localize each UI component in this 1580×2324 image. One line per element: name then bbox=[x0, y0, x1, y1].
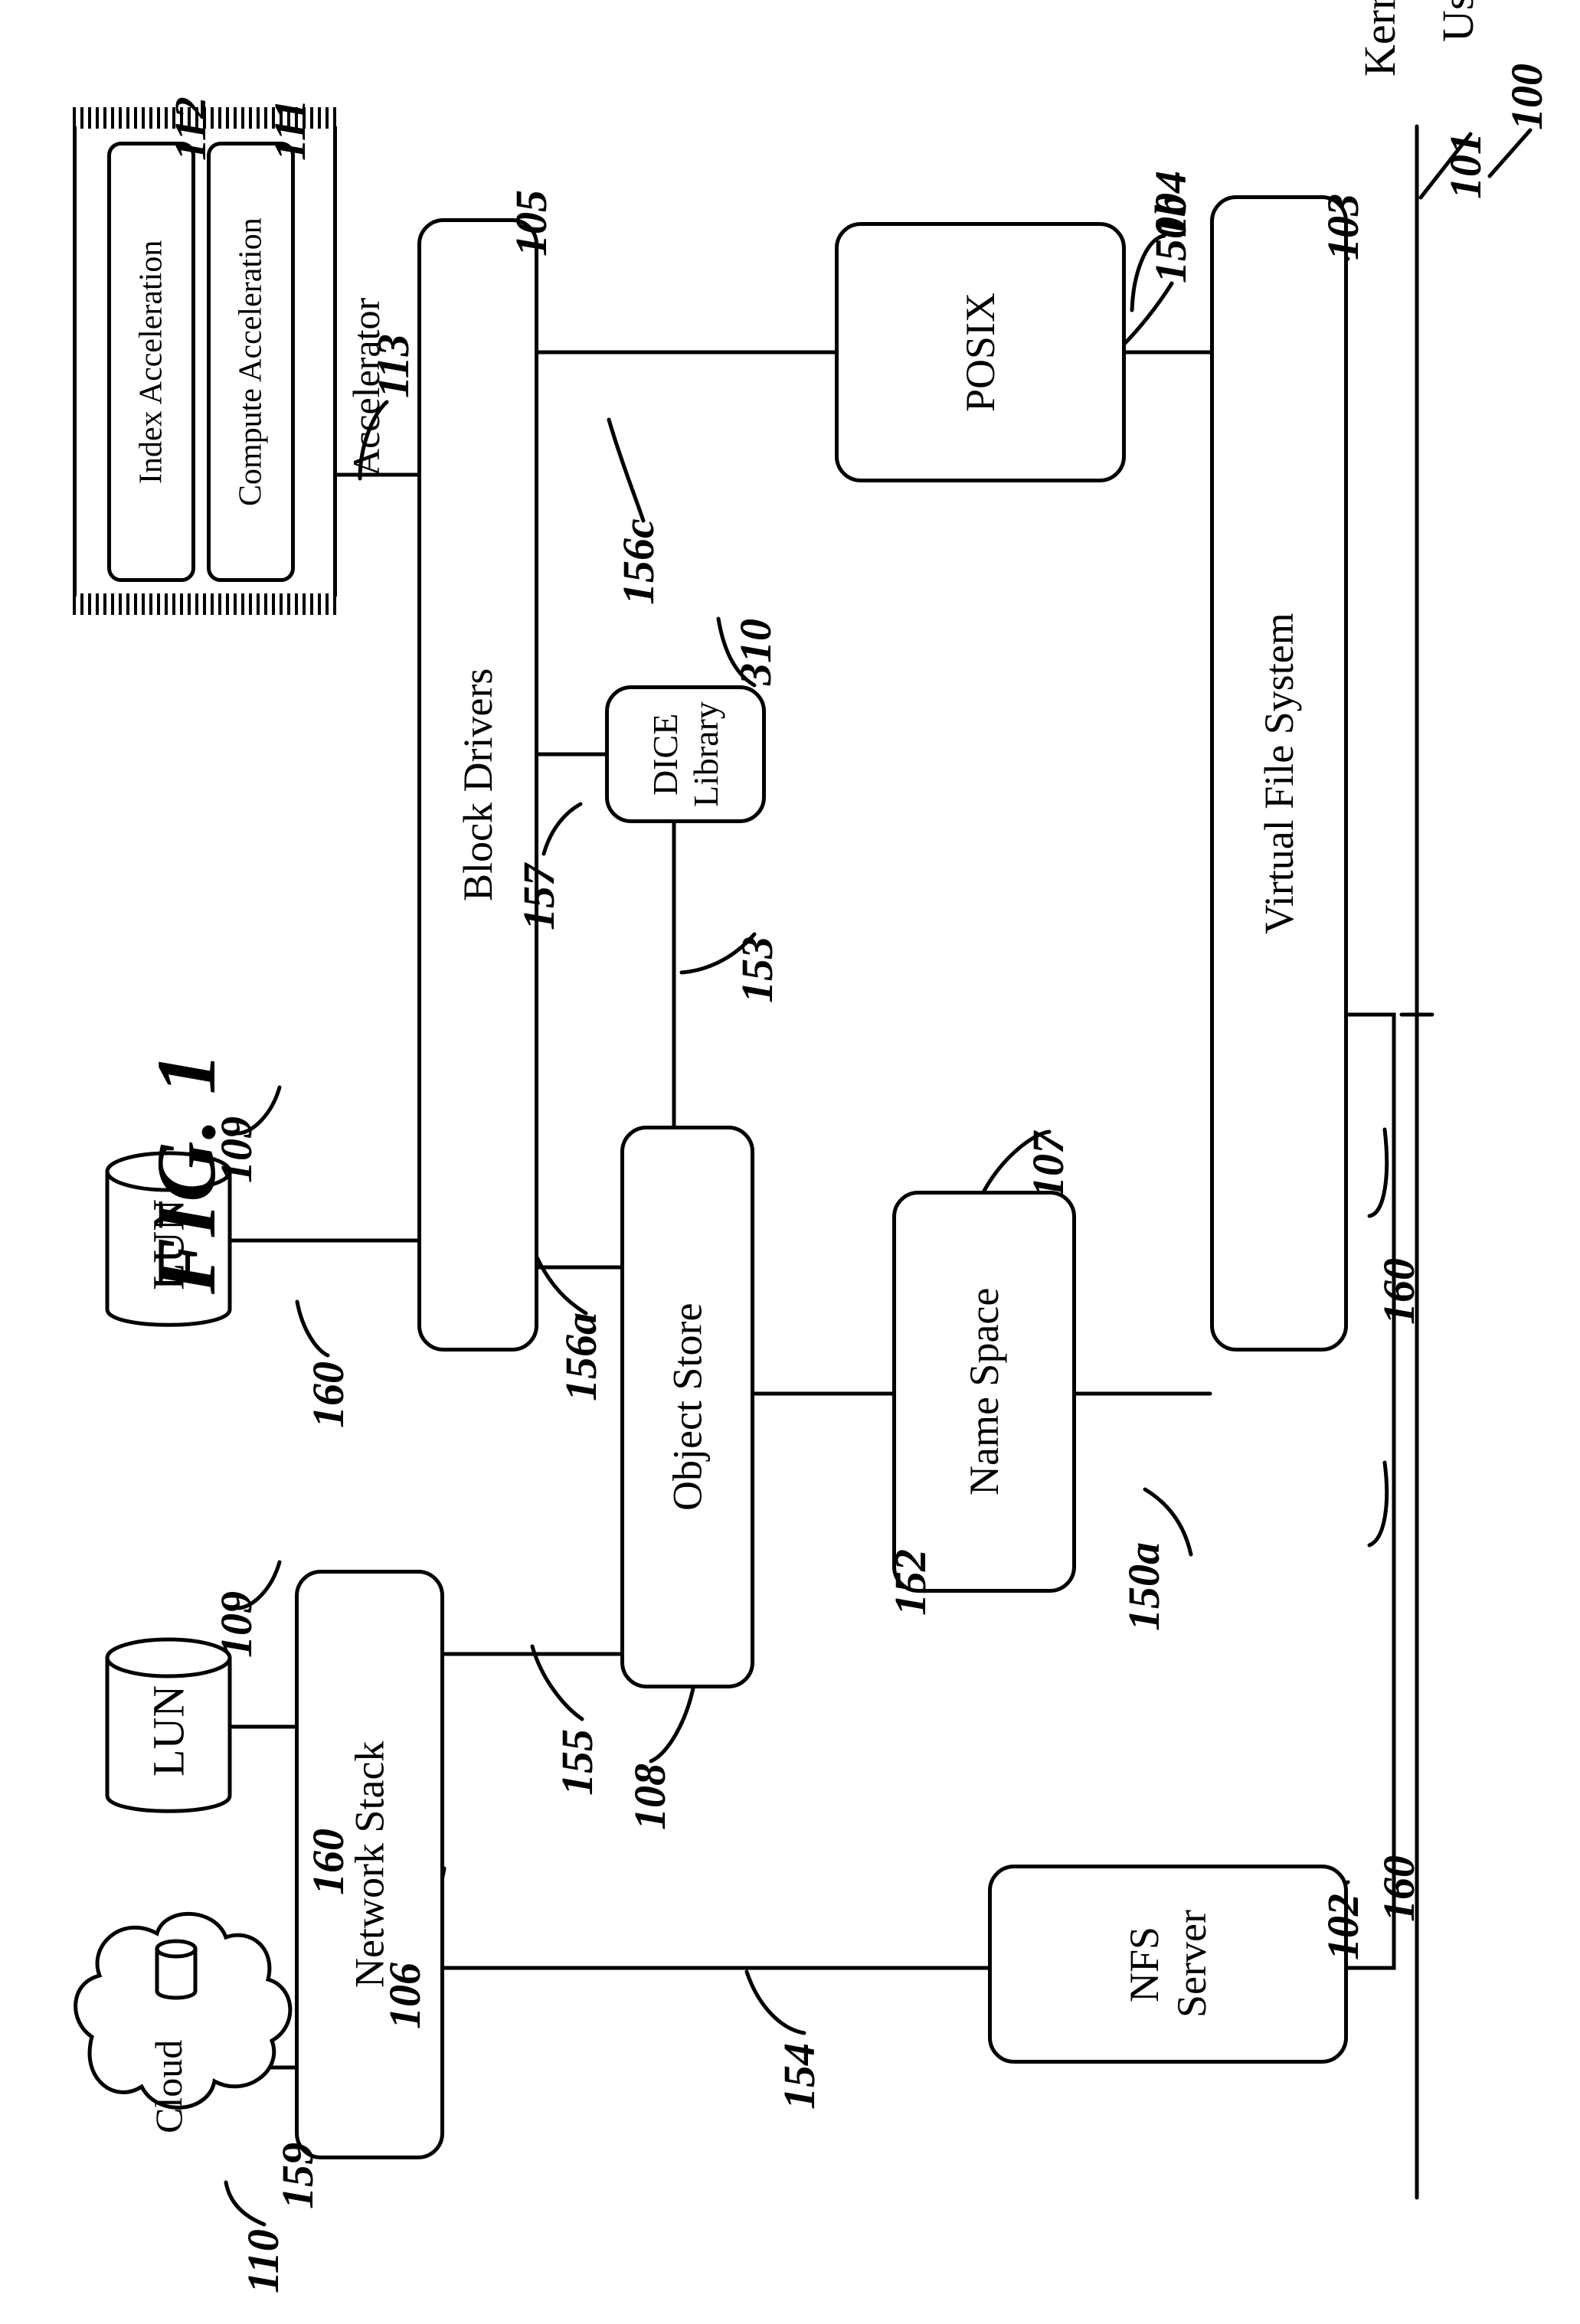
ref-112: 112 bbox=[165, 96, 216, 161]
ref-150b: 150b bbox=[1145, 194, 1196, 283]
nfs-server-block: NFS Server bbox=[988, 1865, 1348, 2064]
object-store-block: Object Store bbox=[620, 1126, 754, 1688]
user-mode-label: User Mode bbox=[1432, 0, 1483, 42]
ref-102: 102 bbox=[1317, 1894, 1369, 1960]
ref-107: 107 bbox=[1022, 1132, 1074, 1198]
ref-108: 108 bbox=[624, 1763, 676, 1830]
ref-156c: 156c bbox=[613, 518, 664, 605]
ref-159: 159 bbox=[272, 2143, 323, 2209]
ref-160d: 160 bbox=[303, 1829, 354, 1895]
cloud-label: Cloud bbox=[126, 2025, 211, 2148]
compute-acceleration-block: Compute Acceleration bbox=[207, 142, 295, 582]
dice-library-block: DICE Library bbox=[605, 685, 766, 823]
lun-label-1: LUN bbox=[126, 1681, 211, 1780]
ref-153: 153 bbox=[731, 936, 783, 1003]
ref-100: 100 bbox=[1501, 64, 1552, 130]
ref-113: 113 bbox=[368, 334, 419, 398]
accelerator-hatch-left bbox=[73, 593, 337, 615]
ref-157: 157 bbox=[513, 864, 564, 930]
ref-152: 152 bbox=[885, 1549, 936, 1616]
ref-310: 310 bbox=[730, 619, 781, 685]
ref-110: 110 bbox=[237, 2229, 289, 2293]
ref-160c: 160 bbox=[303, 1361, 354, 1428]
ref-109a: 109 bbox=[211, 1591, 262, 1658]
figure-caption: FIG. 1 bbox=[138, 1051, 235, 1294]
posix-block: POSIX bbox=[835, 222, 1126, 482]
block-drivers-block: Block Drivers bbox=[417, 218, 538, 1352]
ref-103: 103 bbox=[1317, 194, 1369, 260]
index-acceleration-block: Index Acceleration bbox=[107, 142, 195, 582]
ref-106: 106 bbox=[379, 1963, 430, 2029]
ref-156a: 156a bbox=[555, 1312, 607, 1401]
ref-101: 101 bbox=[1440, 132, 1491, 199]
ref-105: 105 bbox=[505, 190, 557, 257]
ref-111: 111 bbox=[264, 99, 316, 161]
ref-160a: 160 bbox=[1373, 1855, 1425, 1922]
name-space-block: Name Space bbox=[892, 1191, 1076, 1593]
virtual-file-system-block: Virtual File System bbox=[1210, 195, 1348, 1352]
ref-155: 155 bbox=[551, 1729, 603, 1796]
ref-160b: 160 bbox=[1373, 1258, 1425, 1325]
ref-154: 154 bbox=[774, 2043, 825, 2110]
kernel-mode-label: Kernel Mode bbox=[1354, 0, 1405, 77]
ref-150a: 150a bbox=[1118, 1542, 1169, 1631]
